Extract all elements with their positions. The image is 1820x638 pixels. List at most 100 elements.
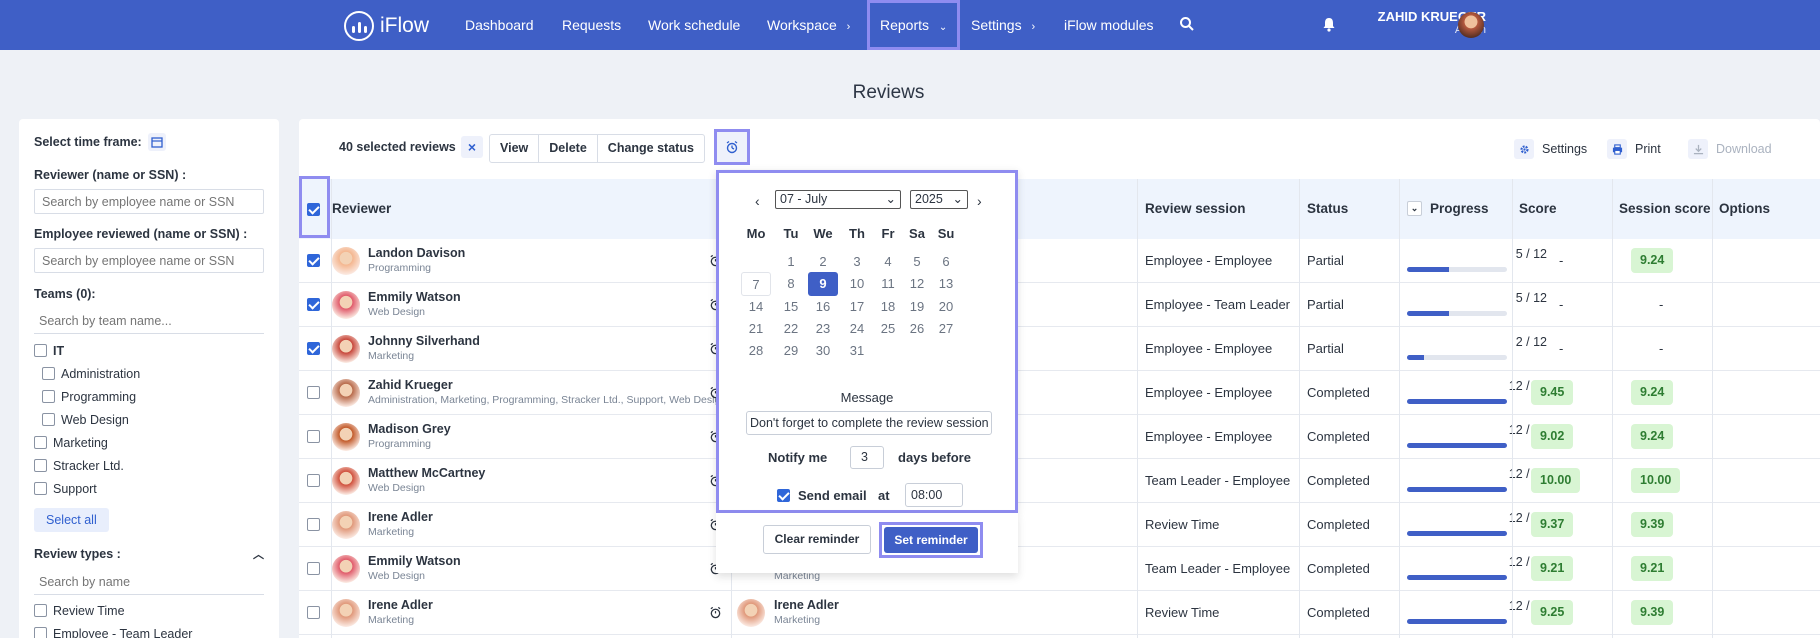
table-row[interactable]: Emmily Watson Web Design Marketing Team Lea… [299,547,1820,591]
team-option[interactable]: Administration [42,362,264,385]
header-reviewer[interactable]: Reviewer [332,201,391,216]
team-search-input[interactable] [34,308,264,334]
year-select[interactable]: 2025 ⌄ [910,190,968,209]
review-type-search-input[interactable] [34,569,264,595]
alarm-clock-icon[interactable] [709,606,722,619]
calendar-day[interactable]: 1 [776,250,806,274]
table-row[interactable]: Matthew McCartney Web Design Team Leader -… [299,459,1820,503]
set-reminder-button[interactable]: Set reminder [884,527,978,553]
team-checkbox[interactable] [34,436,47,449]
reminder-button[interactable] [714,129,750,165]
nav-dashboard[interactable]: Dashboard [465,0,534,50]
table-row[interactable]: Landon Davison Programming Employee - Empl… [299,239,1820,283]
reviewer-name[interactable]: Emmily Watson [368,554,461,568]
reviewer-name[interactable]: Landon Davison [368,246,465,260]
row-checkbox[interactable] [307,386,320,399]
row-checkbox[interactable] [307,474,320,487]
calendar-day[interactable]: 6 [931,250,961,274]
review-type-checkbox[interactable] [34,604,47,617]
calendar-day[interactable]: 8 [776,272,806,296]
calendar-day[interactable]: 29 [776,339,806,363]
calendar-day[interactable]: 9 [808,272,838,297]
reviewer-name[interactable]: Zahid Krueger [368,378,453,392]
row-checkbox[interactable] [307,518,320,531]
team-option[interactable]: IT [34,339,264,362]
calendar-day[interactable]: 17 [842,295,872,319]
send-email-option[interactable]: Send email [777,488,867,503]
chevron-up-icon[interactable]: ︿ [253,546,264,562]
table-row[interactable]: Irene Adler Marketing Review Time Completed… [299,503,1820,547]
calendar-day[interactable]: 16 [808,295,838,319]
clear-reminder-button[interactable]: Clear reminder [763,525,871,554]
team-checkbox[interactable] [34,482,47,495]
header-session-score[interactable]: Session score [1619,201,1711,216]
calendar-day[interactable]: 20 [931,295,961,319]
employee-search-input[interactable] [34,248,264,273]
calendar-day[interactable]: 23 [808,317,838,341]
calendar-day[interactable]: 22 [776,317,806,341]
row-checkbox[interactable] [307,254,320,267]
nav-workspace[interactable]: Workspace › [767,0,850,50]
calendar-day[interactable]: 2 [808,250,838,274]
header-review-session[interactable]: Review session [1145,201,1246,216]
team-option[interactable]: Support [34,477,264,500]
row-checkbox[interactable] [307,562,320,575]
calendar-day[interactable]: 24 [842,317,872,341]
header-score[interactable]: Score [1519,201,1557,216]
row-checkbox[interactable] [307,298,320,311]
select-all-button[interactable]: Select all [34,508,109,532]
calendar-day[interactable]: 12 [902,272,932,296]
table-row[interactable]: Emmily Watson Web Design Employee - Team L… [299,283,1820,327]
reviewed-name[interactable]: Irene Adler [774,598,839,612]
table-row[interactable]: Johnny Silverhand Marketing Employee - Emp… [299,327,1820,371]
notify-days-input[interactable]: 3 [850,446,884,469]
reviewer-name[interactable]: Irene Adler [368,510,433,524]
header-progress[interactable]: ⌄ Progress [1407,201,1489,216]
team-option[interactable]: Web Design [42,408,264,431]
sort-chevron-icon[interactable]: ⌄ [1407,201,1422,216]
calendar-day[interactable]: 11 [873,272,903,296]
team-checkbox[interactable] [34,459,47,472]
change-status-button[interactable]: Change status [598,135,704,162]
calendar-day[interactable]: 5 [902,250,932,274]
reviewer-name[interactable]: Johnny Silverhand [368,334,480,348]
calendar-day[interactable]: 4 [873,250,903,274]
next-month-icon[interactable]: › [977,193,982,209]
row-checkbox[interactable] [307,342,320,355]
review-types-header[interactable]: Review types : ︿ [34,546,264,562]
reviewer-name[interactable]: Irene Adler [368,598,433,612]
header-status[interactable]: Status [1307,201,1348,216]
table-row[interactable]: Zahid Krueger Administration, Marketing, … [299,371,1820,415]
calendar-day[interactable]: 7 [741,272,771,297]
calendar-day[interactable]: 14 [741,295,771,319]
calendar-day[interactable]: 28 [741,339,771,363]
team-checkbox[interactable] [34,344,47,357]
row-checkbox[interactable] [307,430,320,443]
nav-requests[interactable]: Requests [562,0,621,50]
view-button[interactable]: View [490,135,540,162]
calendar-icon[interactable] [147,133,166,151]
calendar-day[interactable]: 3 [842,250,872,274]
reviewer-search-input[interactable] [34,189,264,214]
reminder-time-input[interactable]: 08:00 [905,483,963,507]
avatar[interactable] [1458,12,1484,38]
calendar-day[interactable]: 18 [873,295,903,319]
calendar-day[interactable]: 25 [873,317,903,341]
review-type-option[interactable]: Employee - Team Leader [34,622,264,638]
clear-selection-icon[interactable]: × [461,136,483,158]
team-option[interactable]: Marketing [34,431,264,454]
brand-logo[interactable]: iFlow [344,11,429,41]
delete-button[interactable]: Delete [539,135,598,162]
calendar-day[interactable]: 15 [776,295,806,319]
nav-settings[interactable]: Settings › [971,0,1035,50]
calendar-day[interactable]: 10 [842,272,872,296]
print-button[interactable]: Print [1607,139,1661,159]
team-checkbox[interactable] [42,413,55,426]
download-button[interactable]: Download [1688,139,1772,159]
search-icon[interactable] [1179,16,1195,32]
reviewer-name[interactable]: Emmily Watson [368,290,461,304]
message-input[interactable]: Don't forget to complete the review sess… [746,411,992,435]
calendar-day[interactable]: 31 [842,339,872,363]
nav-work-schedule[interactable]: Work schedule [648,0,740,50]
review-type-checkbox[interactable] [34,627,47,638]
